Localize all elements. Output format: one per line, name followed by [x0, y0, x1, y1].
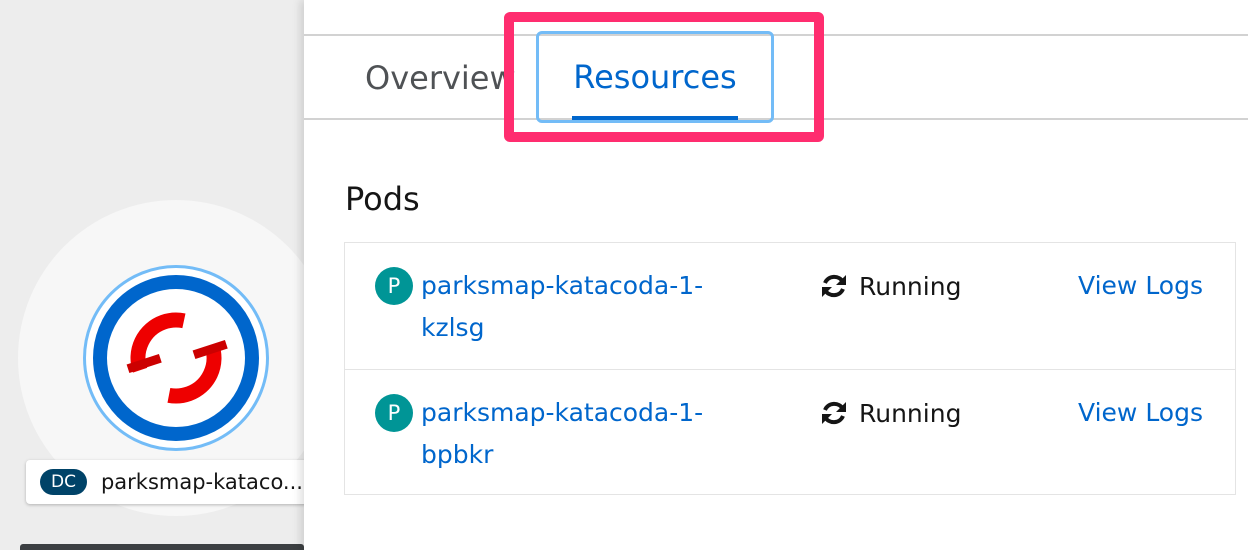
view-logs-link[interactable]: View Logs	[1078, 265, 1203, 307]
pod-name-link[interactable]: parksmap-katacoda-1-bpbkr	[421, 392, 751, 476]
view-logs-link[interactable]: View Logs	[1078, 392, 1203, 434]
pod-list: P parksmap-katacoda-1-kzlsg Running View…	[344, 242, 1236, 495]
pod-row: P parksmap-katacoda-1-kzlsg Running View…	[345, 243, 1235, 369]
sync-icon	[822, 401, 846, 425]
sync-icon	[822, 274, 846, 298]
side-panel: Overview Resources Pods P parksmap-katac…	[304, 0, 1248, 550]
pod-name-link[interactable]: parksmap-katacoda-1-kzlsg	[421, 265, 751, 349]
annotation-highlight-box	[504, 12, 824, 142]
topology-canvas: DC parksmap-kataco...	[0, 0, 304, 550]
pod-row: P parksmap-katacoda-1-bpbkr Running View…	[345, 369, 1235, 495]
pod-status-text: Running	[859, 398, 962, 428]
pod-status: Running	[819, 265, 961, 307]
pod-badge: P	[375, 267, 413, 305]
node-label[interactable]: DC parksmap-kataco...	[26, 460, 304, 504]
pods-section-title: Pods	[345, 180, 420, 218]
openshift-logo-icon	[126, 312, 228, 404]
deployment-config-badge: DC	[40, 469, 87, 495]
pod-status: Running	[819, 392, 961, 434]
node-name: parksmap-kataco...	[100, 470, 303, 494]
pod-badge: P	[375, 394, 413, 432]
pod-status-text: Running	[859, 271, 962, 301]
toolbar-edge	[20, 544, 304, 550]
tab-overview[interactable]: Overview	[365, 36, 516, 120]
